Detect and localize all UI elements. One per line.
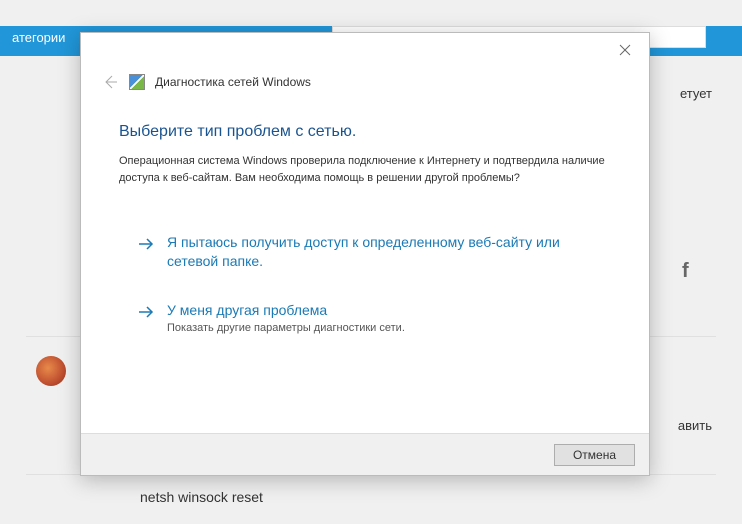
arrow-right-icon [137,303,155,321]
back-arrow-icon [101,73,119,91]
option-title: У меня другая проблема [167,301,611,320]
dialog-options-list: Я пытаюсь получить доступ к определенном… [137,233,611,364]
bg-menu-categories[interactable]: атегории [12,30,65,45]
dialog-description: Операционная система Windows проверила п… [119,153,611,186]
network-diagnostics-icon [129,74,145,90]
option-title: Я пытаюсь получить доступ к определенном… [167,233,611,271]
close-button[interactable] [619,43,635,59]
facebook-icon[interactable]: f [682,260,702,280]
bg-partial-text-1: етует [680,86,712,101]
option-subtitle: Показать другие параметры диагностики се… [167,322,611,334]
avatar[interactable] [36,356,66,386]
dialog-heading: Выберите тип проблем с сетью. [119,123,356,141]
arrow-right-icon [137,235,155,253]
troubleshooter-dialog: Диагностика сетей Windows Выберите тип п… [80,32,650,476]
dialog-footer: Отмена [81,433,649,475]
option-specific-site[interactable]: Я пытаюсь получить доступ к определенном… [137,233,611,271]
dialog-header: Диагностика сетей Windows [101,73,311,91]
close-icon [619,44,631,56]
back-button[interactable] [101,73,119,91]
dialog-title: Диагностика сетей Windows [155,75,311,89]
bg-partial-text-2: авить [678,418,712,433]
bg-code-text: netsh winsock reset [140,489,263,505]
option-other-problem[interactable]: У меня другая проблема Показать другие п… [137,301,611,334]
cancel-button[interactable]: Отмена [554,444,635,466]
